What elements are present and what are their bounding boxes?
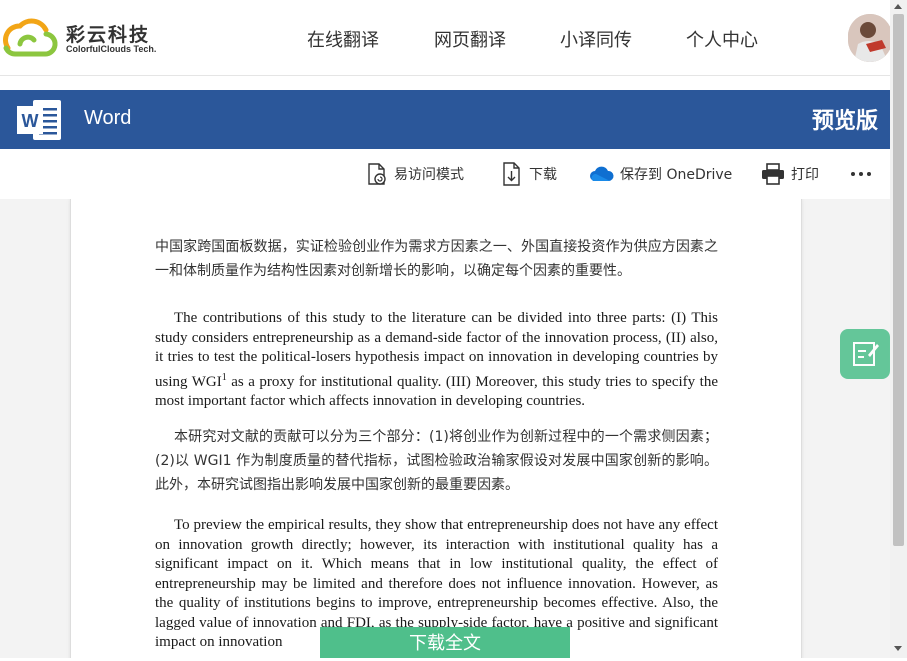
cloud-logo-icon (3, 18, 58, 57)
scroll-thumb[interactable] (893, 14, 904, 546)
top-navigation: 彩云科技 ColorfulClouds Tech. 在线翻译 网页翻译 小译同传… (0, 0, 892, 76)
edit-note-button[interactable] (840, 329, 890, 379)
user-avatar-icon (848, 14, 892, 62)
svg-text:W: W (22, 111, 39, 131)
word-app-icon: W (17, 100, 61, 140)
scroll-down-arrow-icon[interactable] (894, 646, 902, 651)
nav-online-translate[interactable]: 在线翻译 (307, 26, 379, 52)
accessible-mode-icon (368, 163, 386, 185)
accessible-mode-button[interactable]: 易访问模式 (366, 149, 464, 199)
document-viewer[interactable]: 中国家跨国面板数据，实证检验创业作为需求方因素之一、外国直接投资作为供应方因素之… (0, 199, 890, 658)
save-to-onedrive-label: 保存到 OneDrive (620, 167, 733, 183)
nav-personal-center[interactable]: 个人中心 (686, 26, 758, 52)
download-button[interactable]: 下载 (501, 149, 557, 199)
edit-note-icon (853, 342, 879, 366)
scroll-up-arrow-icon[interactable] (894, 4, 902, 9)
download-icon (503, 162, 520, 186)
logo-name-cn: 彩云科技 (66, 24, 151, 46)
word-header-bar: W Word 预览版 (0, 90, 890, 149)
document-page: 中国家跨国面板数据，实证检验创业作为需求方因素之一、外国直接投资作为供应方因素之… (70, 199, 802, 658)
download-label: 下载 (529, 167, 557, 183)
printer-icon (762, 163, 784, 185)
print-button[interactable]: 打印 (761, 149, 819, 199)
preview-badge: 预览版 (811, 109, 878, 134)
page-scrollbar[interactable] (890, 0, 907, 658)
print-label: 打印 (791, 167, 819, 183)
nav-live-interpret[interactable]: 小译同传 (560, 26, 632, 52)
app-name: Word (84, 107, 132, 129)
onedrive-cloud-icon (590, 166, 614, 181)
logo-name-en: ColorfulClouds Tech. (66, 44, 157, 54)
accessible-mode-label: 易访问模式 (394, 167, 464, 183)
paragraph-cn-1: 中国家跨国面板数据，实证检验创业作为需求方因素之一、外国直接投资作为供应方因素之… (155, 239, 718, 279)
nav-web-translate[interactable]: 网页翻译 (434, 26, 506, 52)
paragraph-en-2: The contributions of this study to the l… (155, 309, 718, 412)
paragraph-en-2-text-cont: as a proxy for institutional quality. (I… (155, 373, 718, 410)
download-full-text-button[interactable]: 下载全文 (320, 627, 570, 658)
colorfulclouds-logo[interactable]: 彩云科技 ColorfulClouds Tech. (0, 12, 160, 62)
document-toolbar: 易访问模式 下载 保存到 OneDrive 打印 (0, 149, 890, 199)
avatar[interactable] (848, 14, 892, 62)
paragraph-cn-3: 本研究对文献的贡献可以分为三个部分：(1)将创业作为创新过程中的一个需求侧因素；… (155, 429, 718, 493)
save-to-onedrive-button[interactable]: 保存到 OneDrive (590, 149, 732, 199)
more-options-icon[interactable] (851, 172, 875, 176)
